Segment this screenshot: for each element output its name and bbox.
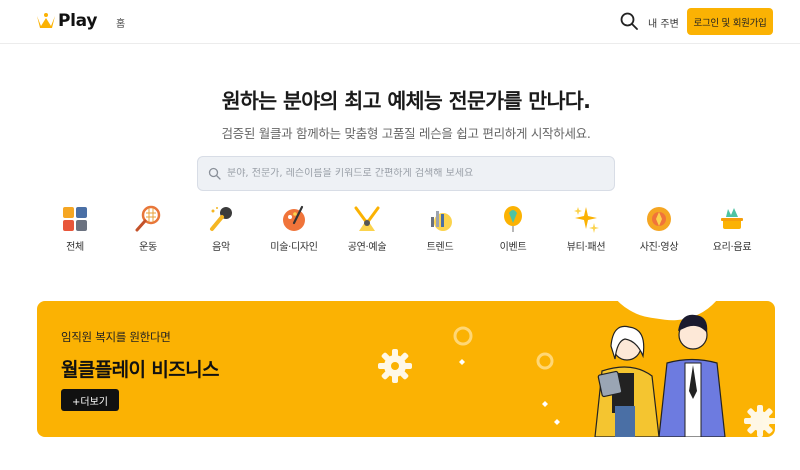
category-label: 사진·영상: [639, 242, 679, 253]
category-label: 이벤트: [499, 242, 527, 253]
nav-home-link[interactable]: 홈: [116, 15, 125, 30]
woman-figure: [594, 325, 660, 437]
business-people-illustration: [378, 314, 775, 437]
category-art-design[interactable]: 미술·디자인: [259, 205, 329, 253]
category-label: 공연·예술: [347, 242, 387, 253]
logo-text: Play: [58, 11, 98, 31]
login-signup-button[interactable]: 로그인 및 회원가입: [687, 8, 773, 35]
category-label: 음악: [212, 242, 230, 253]
category-photo-video[interactable]: 사진·영상: [624, 205, 694, 253]
microphone-icon: [210, 207, 232, 231]
category-trend[interactable]: 트렌드: [405, 205, 475, 253]
nearby-link[interactable]: 내 주변: [648, 15, 679, 30]
category-label: 미술·디자인: [270, 242, 318, 253]
business-banner[interactable]: 임직원 복지를 원한다면 월클플레이 비즈니스 +더보기: [37, 301, 775, 437]
category-label: 트렌드: [426, 242, 454, 253]
category-label: 운동: [139, 242, 157, 253]
top-header: Play 홈 내 주변 로그인 및 회원가입: [0, 0, 800, 44]
category-music[interactable]: 음악: [186, 205, 256, 253]
category-event[interactable]: 이벤트: [478, 205, 548, 253]
racket-icon: [135, 205, 161, 232]
category-label: 뷰티·패션: [566, 242, 606, 253]
banner-title: 월클플레이 비즈니스: [61, 359, 220, 381]
search-bar[interactable]: [197, 156, 615, 191]
camera-lens-icon: [647, 207, 671, 231]
trend-chart-icon: [431, 211, 452, 231]
balloon-icon: [504, 206, 522, 232]
search-icon[interactable]: [619, 11, 639, 31]
category-beauty-fashion[interactable]: 뷰티·패션: [551, 205, 621, 253]
gear-icon: [378, 349, 412, 383]
category-label: 요리·음료: [712, 242, 752, 253]
man-figure: [658, 314, 726, 437]
cooking-icon: [721, 208, 743, 229]
banner-subtitle: 임직원 복지를 원한다면: [61, 330, 171, 344]
category-sports[interactable]: 운동: [113, 205, 183, 253]
sparkle-icon: [574, 207, 599, 233]
palette-icon: [283, 205, 305, 231]
search-small-icon: [208, 167, 221, 180]
page-title: 원하는 분야의 최고 예체능 전문가를 만나다.: [221, 89, 591, 113]
search-input[interactable]: [227, 168, 607, 179]
logo[interactable]: Play: [36, 11, 97, 31]
category-label: 전체: [66, 242, 84, 253]
category-list: 전체 운동 음악 미술·디자인 공연·예술 트렌드 이벤트 뷰티·패션 사진·영…: [40, 205, 770, 255]
banner-more-button[interactable]: +더보기: [61, 389, 119, 411]
spotlight-icon: [354, 206, 380, 231]
crown-logo-icon: [37, 13, 55, 28]
grid-icon: [63, 207, 87, 231]
category-performance[interactable]: 공연·예술: [332, 205, 402, 253]
page-subtitle: 검증된 월클과 함께하는 맞춤형 고품질 레슨을 쉽고 편리하게 시작하세요.: [221, 126, 591, 141]
category-all[interactable]: 전체: [40, 205, 110, 253]
category-cooking[interactable]: 요리·음료: [697, 205, 767, 253]
